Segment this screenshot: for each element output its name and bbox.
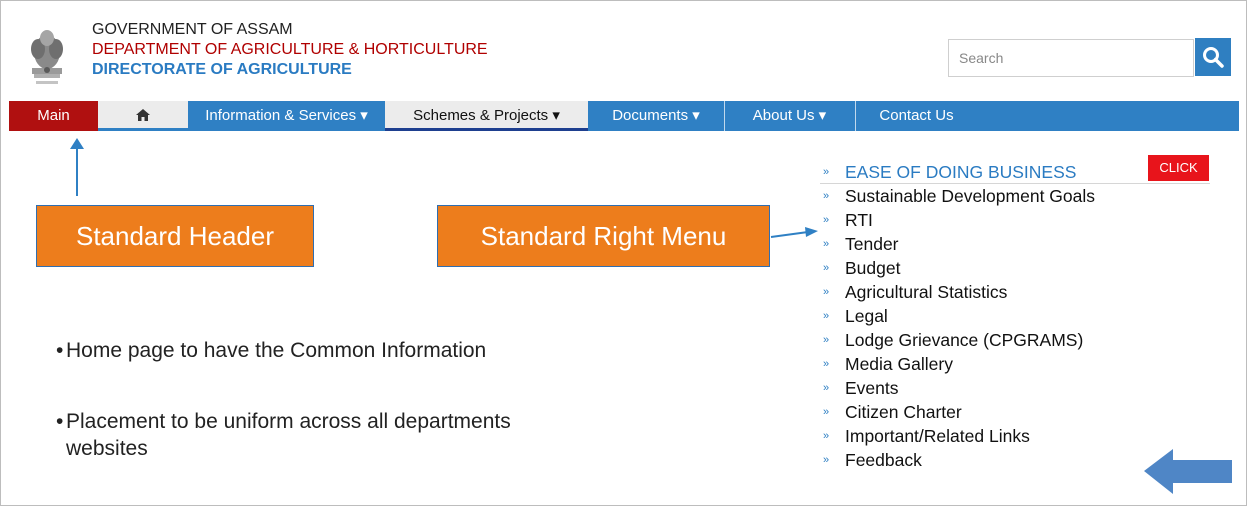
right-menu-label: Tender: [845, 234, 899, 254]
bullet-continuation: websites: [66, 437, 148, 460]
chevron-right-icon: »: [823, 358, 830, 370]
right-menu-item[interactable]: » Agricultural Statistics: [820, 280, 1210, 304]
chevron-right-icon: »: [823, 286, 830, 298]
chevron-right-icon: »: [823, 310, 830, 322]
chevron-right-icon: »: [823, 406, 830, 418]
right-menu-label: Media Gallery: [845, 354, 953, 374]
right-arrow-icon: [770, 227, 818, 238]
right-menu-label: Events: [845, 378, 899, 398]
bullet-text: Placement to be uniform across all depar…: [66, 410, 511, 433]
info-bullets: Home page to have the Common Information…: [56, 337, 696, 462]
chevron-right-icon: »: [823, 382, 830, 394]
right-menu-item[interactable]: » Budget: [820, 256, 1210, 280]
right-menu-label: Sustainable Development Goals: [845, 186, 1096, 206]
right-menu-label: Feedback: [845, 450, 922, 470]
chevron-right-icon: »: [823, 454, 830, 466]
chevron-right-icon: »: [823, 166, 830, 178]
chevron-right-icon: »: [823, 262, 830, 274]
right-menu-label: Important/Related Links: [845, 426, 1030, 446]
bullet-item: Placement to be uniform across all depar…: [56, 408, 696, 435]
right-menu-item[interactable]: » Citizen Charter: [820, 400, 1210, 424]
right-menu-label: Agricultural Statistics: [845, 282, 1008, 302]
up-arrow-icon: [70, 138, 84, 196]
right-menu-item[interactable]: » Events: [820, 376, 1210, 400]
menu-divider: [820, 183, 1210, 184]
chevron-right-icon: »: [823, 190, 830, 202]
right-menu-item[interactable]: » RTI: [820, 208, 1210, 232]
right-menu-item[interactable]: » Sustainable Development Goals: [820, 184, 1210, 208]
chevron-right-icon: »: [823, 334, 830, 346]
chevron-right-icon: »: [823, 238, 830, 250]
right-menu-label: RTI: [845, 210, 873, 230]
right-menu: » EASE OF DOING BUSINESS » Sustainable Dev…: [820, 160, 1210, 472]
bullet-item: Home page to have the Common Information: [56, 337, 696, 364]
right-menu-item[interactable]: » Media Gallery: [820, 352, 1210, 376]
right-menu-label: Lodge Grievance (CPGRAMS): [845, 330, 1084, 350]
right-menu-item[interactable]: » Feedback: [820, 448, 1210, 472]
right-menu-label: EASE OF DOING BUSINESS: [845, 162, 1077, 182]
right-menu-item[interactable]: » Tender: [820, 232, 1210, 256]
right-menu-label: Citizen Charter: [845, 402, 962, 422]
right-menu-label: Budget: [845, 258, 901, 278]
right-menu-label: Legal: [845, 306, 888, 326]
right-menu-item[interactable]: » Legal: [820, 304, 1210, 328]
click-button[interactable]: CLICK: [1148, 155, 1209, 181]
right-menu-item[interactable]: » Lodge Grievance (CPGRAMS): [820, 328, 1210, 352]
chevron-right-icon: »: [823, 214, 830, 226]
chevron-right-icon: »: [823, 430, 830, 442]
right-menu-item[interactable]: » Important/Related Links: [820, 424, 1210, 448]
bullet-text: Home page to have the Common Information: [66, 339, 487, 362]
